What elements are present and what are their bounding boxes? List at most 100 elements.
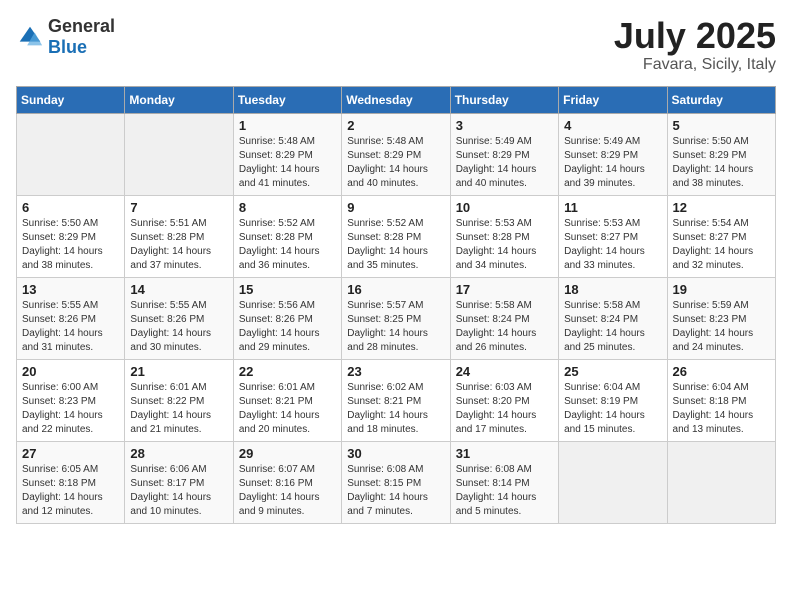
day-info: Sunrise: 5:57 AMSunset: 8:25 PMDaylight:…: [347, 299, 444, 355]
logo-general: General: [48, 16, 115, 36]
logo: General Blue: [16, 16, 115, 58]
day-info: Sunrise: 5:48 AMSunset: 8:29 PMDaylight:…: [347, 135, 444, 191]
day-info: Sunrise: 6:01 AMSunset: 8:21 PMDaylight:…: [239, 381, 336, 437]
day-info: Sunrise: 5:49 AMSunset: 8:29 PMDaylight:…: [456, 135, 553, 191]
calendar-cell: 6Sunrise: 5:50 AMSunset: 8:29 PMDaylight…: [17, 195, 125, 277]
calendar-cell: 30 Sunrise: 6:08 AMSunset: 8:15 PMDayligh…: [342, 441, 450, 523]
day-number: 31: [456, 446, 553, 461]
calendar-cell: 23Sunrise: 6:02 AMSunset: 8:21 PMDayligh…: [342, 359, 450, 441]
calendar-cell: [125, 113, 233, 195]
weekday-header: Friday: [559, 86, 667, 113]
day-info: Sunrise: 5:54 AMSunset: 8:27 PMDaylight:…: [673, 217, 770, 273]
day-number: 6: [22, 200, 119, 215]
day-info: Sunrise: 6:02 AMSunset: 8:21 PMDaylight:…: [347, 381, 444, 437]
day-info: Sunrise: 6:04 AMSunset: 8:18 PMDaylight:…: [673, 381, 770, 437]
weekday-header-row: SundayMondayTuesdayWednesdayThursdayFrid…: [17, 86, 776, 113]
day-number: 1: [239, 118, 336, 133]
calendar-cell: 12 Sunrise: 5:54 AMSunset: 8:27 PMDayligh…: [667, 195, 775, 277]
calendar-cell: 19Sunrise: 5:59 AMSunset: 8:23 PMDayligh…: [667, 277, 775, 359]
day-number: 18: [564, 282, 661, 297]
day-number: 27: [22, 446, 119, 461]
day-number: 24: [456, 364, 553, 379]
day-info: Sunrise: 5:52 AMSunset: 8:28 PMDaylight:…: [239, 217, 336, 273]
calendar-cell: 24 Sunrise: 6:03 AMSunset: 8:20 PMDayligh…: [450, 359, 558, 441]
calendar-cell: 31 Sunrise: 6:08 AMSunset: 8:14 PMDayligh…: [450, 441, 558, 523]
day-info: Sunrise: 5:53 AMSunset: 8:28 PMDaylight:…: [456, 217, 553, 273]
calendar-cell: 7Sunrise: 5:51 AMSunset: 8:28 PMDaylight…: [125, 195, 233, 277]
day-info: Sunrise: 5:58 AMSunset: 8:24 PMDaylight:…: [564, 299, 661, 355]
calendar-cell: 3 Sunrise: 5:49 AMSunset: 8:29 PMDaylight…: [450, 113, 558, 195]
calendar-week-row: 13Sunrise: 5:55 AMSunset: 8:26 PMDayligh…: [17, 277, 776, 359]
calendar-cell: 14Sunrise: 5:55 AMSunset: 8:26 PMDayligh…: [125, 277, 233, 359]
calendar-cell: 20Sunrise: 6:00 AMSunset: 8:23 PMDayligh…: [17, 359, 125, 441]
weekday-header: Saturday: [667, 86, 775, 113]
day-number: 10: [456, 200, 553, 215]
day-info: Sunrise: 6:01 AMSunset: 8:22 PMDaylight:…: [130, 381, 227, 437]
weekday-header: Wednesday: [342, 86, 450, 113]
day-number: 28: [130, 446, 227, 461]
day-number: 21: [130, 364, 227, 379]
weekday-header: Sunday: [17, 86, 125, 113]
day-info: Sunrise: 6:08 AMSunset: 8:14 PMDaylight:…: [456, 463, 553, 519]
day-info: Sunrise: 5:58 AMSunset: 8:24 PMDaylight:…: [456, 299, 553, 355]
day-info: Sunrise: 5:55 AMSunset: 8:26 PMDaylight:…: [22, 299, 119, 355]
day-info: Sunrise: 5:50 AMSunset: 8:29 PMDaylight:…: [673, 135, 770, 191]
weekday-header: Monday: [125, 86, 233, 113]
day-number: 12: [673, 200, 770, 215]
day-info: Sunrise: 5:53 AMSunset: 8:27 PMDaylight:…: [564, 217, 661, 273]
day-number: 16: [347, 282, 444, 297]
day-number: 4: [564, 118, 661, 133]
calendar-cell: 22Sunrise: 6:01 AMSunset: 8:21 PMDayligh…: [233, 359, 341, 441]
calendar-cell: 17Sunrise: 5:58 AMSunset: 8:24 PMDayligh…: [450, 277, 558, 359]
day-number: 30: [347, 446, 444, 461]
calendar-cell: 27 Sunrise: 6:05 AMSunset: 8:18 PMDayligh…: [17, 441, 125, 523]
calendar-cell: 9 Sunrise: 5:52 AMSunset: 8:28 PMDaylight…: [342, 195, 450, 277]
day-info: Sunrise: 6:03 AMSunset: 8:20 PMDaylight:…: [456, 381, 553, 437]
calendar-cell: 8 Sunrise: 5:52 AMSunset: 8:28 PMDaylight…: [233, 195, 341, 277]
logo-blue: Blue: [48, 37, 87, 57]
day-info: Sunrise: 6:05 AMSunset: 8:18 PMDaylight:…: [22, 463, 119, 519]
calendar-cell: [667, 441, 775, 523]
day-number: 25: [564, 364, 661, 379]
calendar-cell: 18 Sunrise: 5:58 AMSunset: 8:24 PMDayligh…: [559, 277, 667, 359]
day-info: Sunrise: 5:49 AMSunset: 8:29 PMDaylight:…: [564, 135, 661, 191]
day-number: 15: [239, 282, 336, 297]
calendar-cell: 10 Sunrise: 5:53 AMSunset: 8:28 PMDayligh…: [450, 195, 558, 277]
day-number: 3: [456, 118, 553, 133]
calendar-cell: 2 Sunrise: 5:48 AMSunset: 8:29 PMDaylight…: [342, 113, 450, 195]
logo-icon: [16, 23, 44, 51]
day-info: Sunrise: 6:08 AMSunset: 8:15 PMDaylight:…: [347, 463, 444, 519]
calendar-week-row: 27 Sunrise: 6:05 AMSunset: 8:18 PMDayligh…: [17, 441, 776, 523]
calendar-week-row: 20Sunrise: 6:00 AMSunset: 8:23 PMDayligh…: [17, 359, 776, 441]
calendar-cell: 16 Sunrise: 5:57 AMSunset: 8:25 PMDayligh…: [342, 277, 450, 359]
calendar-cell: 11 Sunrise: 5:53 AMSunset: 8:27 PMDayligh…: [559, 195, 667, 277]
day-number: 8: [239, 200, 336, 215]
calendar-cell: 28Sunrise: 6:06 AMSunset: 8:17 PMDayligh…: [125, 441, 233, 523]
day-number: 5: [673, 118, 770, 133]
calendar-cell: 29Sunrise: 6:07 AMSunset: 8:16 PMDayligh…: [233, 441, 341, 523]
calendar-cell: 4 Sunrise: 5:49 AMSunset: 8:29 PMDaylight…: [559, 113, 667, 195]
day-info: Sunrise: 5:59 AMSunset: 8:23 PMDaylight:…: [673, 299, 770, 355]
day-number: 9: [347, 200, 444, 215]
calendar-table: SundayMondayTuesdayWednesdayThursdayFrid…: [16, 86, 776, 524]
day-info: Sunrise: 5:56 AMSunset: 8:26 PMDaylight:…: [239, 299, 336, 355]
calendar-cell: 5 Sunrise: 5:50 AMSunset: 8:29 PMDaylight…: [667, 113, 775, 195]
day-info: Sunrise: 6:04 AMSunset: 8:19 PMDaylight:…: [564, 381, 661, 437]
day-info: Sunrise: 5:52 AMSunset: 8:28 PMDaylight:…: [347, 217, 444, 273]
logo-text: General Blue: [48, 16, 115, 58]
day-number: 11: [564, 200, 661, 215]
day-number: 14: [130, 282, 227, 297]
day-number: 2: [347, 118, 444, 133]
day-number: 26: [673, 364, 770, 379]
calendar-cell: 26 Sunrise: 6:04 AMSunset: 8:18 PMDayligh…: [667, 359, 775, 441]
weekday-header: Thursday: [450, 86, 558, 113]
calendar-week-row: 1 Sunrise: 5:48 AMSunset: 8:29 PMDaylight…: [17, 113, 776, 195]
calendar-cell: 13Sunrise: 5:55 AMSunset: 8:26 PMDayligh…: [17, 277, 125, 359]
day-number: 29: [239, 446, 336, 461]
day-info: Sunrise: 5:48 AMSunset: 8:29 PMDaylight:…: [239, 135, 336, 191]
weekday-header: Tuesday: [233, 86, 341, 113]
calendar-cell: 21 Sunrise: 6:01 AMSunset: 8:22 PMDayligh…: [125, 359, 233, 441]
day-number: 20: [22, 364, 119, 379]
calendar-cell: [17, 113, 125, 195]
calendar-cell: [559, 441, 667, 523]
